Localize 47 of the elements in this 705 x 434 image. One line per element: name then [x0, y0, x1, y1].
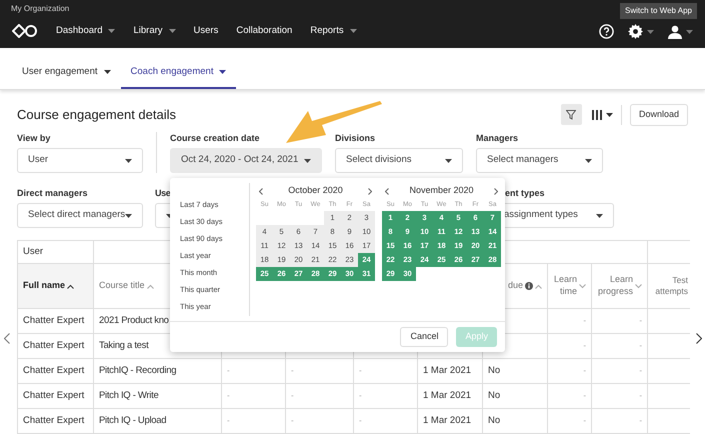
column-group-header: User: [23, 244, 44, 259]
table-cell-text: PitchIQ - Recording: [99, 364, 176, 378]
table-cell: -: [583, 365, 586, 377]
filter-label: Use: [155, 187, 170, 197]
month-title: November 2020: [409, 184, 474, 198]
table-cell-text: 2021 Product kno: [99, 314, 169, 328]
table-cell: -: [291, 365, 294, 377]
table-cell: -: [583, 390, 586, 402]
filter-label: View by: [17, 132, 52, 142]
table-cell: -: [359, 415, 362, 427]
table-cell-text: Pitch IQ - Upload: [99, 414, 166, 428]
filter-label: Direct managers: [17, 187, 88, 197]
table-cell: -: [583, 315, 586, 327]
table-cell: -: [359, 365, 362, 377]
table-cell: -: [583, 340, 586, 352]
table-cell: -: [227, 365, 230, 377]
table-cell-text: Pitch IQ - Write: [99, 388, 158, 403]
table-cell: -: [291, 390, 294, 402]
month-title: October 2020: [288, 184, 343, 198]
table-cell-text: Taking a test: [99, 338, 148, 353]
table-cell-text: Chatter Expert: [23, 314, 84, 328]
page-title: Course engagement details: [17, 106, 177, 124]
table-cell-text: 1 Mar 2021: [423, 364, 472, 378]
table-cell: -: [639, 315, 642, 327]
table-cell-text: No: [488, 388, 500, 403]
table-cell-text: Chatter Expert: [23, 388, 84, 403]
table-cell: -: [227, 390, 230, 402]
table-cell: -: [227, 415, 230, 427]
table-cell: -: [639, 340, 642, 352]
table-cell-text: No: [488, 364, 500, 378]
table-cell-text: Chatter Expert: [23, 414, 84, 428]
table-cell: -: [359, 390, 362, 402]
table-cell-text: Chatter Expert: [23, 338, 84, 353]
filter-label: ent types: [505, 187, 545, 197]
filter-label: Divisions: [335, 132, 376, 142]
table-cell: -: [639, 365, 642, 377]
table-cell: -: [639, 390, 642, 402]
table-cell-text: 1 Mar 2021: [423, 414, 472, 428]
organization-name: My Organization: [11, 3, 70, 15]
table-cell: -: [639, 415, 642, 427]
table-cell-text: No: [488, 414, 500, 428]
filter-label: Course creation date: [170, 132, 261, 142]
table-cell-text: 1 Mar 2021: [423, 388, 472, 403]
table-cell: -: [291, 415, 294, 427]
table-cell-text: Chatter Expert: [23, 364, 84, 378]
table-cell: -: [583, 415, 586, 427]
filter-label: Managers: [476, 132, 520, 142]
